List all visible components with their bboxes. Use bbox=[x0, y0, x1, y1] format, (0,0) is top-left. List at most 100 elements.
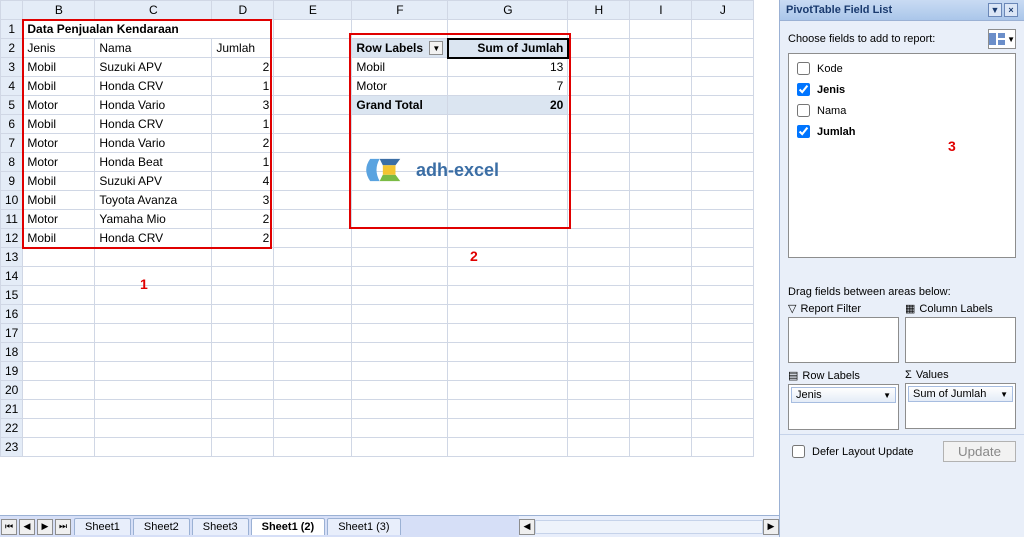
cell[interactable] bbox=[212, 248, 274, 267]
cell[interactable]: Mobil bbox=[23, 229, 95, 248]
cell[interactable] bbox=[568, 115, 630, 134]
cell[interactable]: Motor bbox=[23, 96, 95, 115]
cell[interactable] bbox=[274, 153, 352, 172]
cell[interactable] bbox=[630, 248, 692, 267]
cell[interactable] bbox=[448, 191, 568, 210]
cell[interactable] bbox=[568, 362, 630, 381]
cell[interactable] bbox=[23, 362, 95, 381]
cell[interactable] bbox=[212, 438, 274, 457]
cell[interactable]: Suzuki APV bbox=[95, 172, 212, 191]
row-header[interactable]: 23 bbox=[1, 438, 23, 457]
cell[interactable] bbox=[692, 400, 754, 419]
cell[interactable] bbox=[212, 419, 274, 438]
cell[interactable] bbox=[352, 400, 448, 419]
field-item[interactable]: Nama bbox=[793, 100, 1011, 121]
cell[interactable]: 2 bbox=[212, 58, 274, 77]
cell[interactable] bbox=[568, 324, 630, 343]
cell[interactable]: Mobil bbox=[23, 58, 95, 77]
row-header[interactable]: 12 bbox=[1, 229, 23, 248]
cell[interactable] bbox=[352, 438, 448, 457]
cell[interactable] bbox=[568, 248, 630, 267]
cell[interactable] bbox=[448, 115, 568, 134]
cell[interactable]: Sum of Jumlah bbox=[448, 39, 568, 58]
cell[interactable] bbox=[95, 305, 212, 324]
cell[interactable] bbox=[630, 191, 692, 210]
row-header[interactable]: 10 bbox=[1, 191, 23, 210]
cell[interactable] bbox=[448, 419, 568, 438]
cell[interactable] bbox=[352, 229, 448, 248]
cell[interactable] bbox=[274, 248, 352, 267]
cell[interactable] bbox=[630, 362, 692, 381]
row-header[interactable]: 18 bbox=[1, 343, 23, 362]
cell[interactable] bbox=[95, 267, 212, 286]
cell[interactable] bbox=[274, 400, 352, 419]
tab-nav-first[interactable]: ⏮ bbox=[1, 519, 17, 535]
cell[interactable] bbox=[568, 419, 630, 438]
cell[interactable] bbox=[692, 172, 754, 191]
cell[interactable] bbox=[692, 58, 754, 77]
cell[interactable] bbox=[692, 343, 754, 362]
corner-cell[interactable] bbox=[1, 1, 23, 20]
cell[interactable] bbox=[448, 381, 568, 400]
cell[interactable] bbox=[630, 134, 692, 153]
cell[interactable]: 7 bbox=[448, 77, 568, 96]
row-header[interactable]: 11 bbox=[1, 210, 23, 229]
cell[interactable] bbox=[352, 362, 448, 381]
panel-close-button[interactable]: × bbox=[1004, 3, 1018, 17]
panel-dropdown-button[interactable]: ▼ bbox=[988, 3, 1002, 17]
cell[interactable] bbox=[692, 381, 754, 400]
row-header[interactable]: 4 bbox=[1, 77, 23, 96]
cell[interactable]: Data Penjualan Kendaraan bbox=[23, 20, 274, 39]
field-chip-sum-jumlah[interactable]: Sum of Jumlah▼ bbox=[908, 386, 1013, 402]
cell[interactable]: Honda CRV bbox=[95, 229, 212, 248]
cell[interactable] bbox=[448, 286, 568, 305]
sheet-tab[interactable]: Sheet2 bbox=[133, 518, 190, 535]
column-labels-area[interactable] bbox=[905, 317, 1016, 363]
cell[interactable] bbox=[23, 286, 95, 305]
cell[interactable] bbox=[274, 20, 352, 39]
cell[interactable] bbox=[23, 438, 95, 457]
cell[interactable] bbox=[95, 419, 212, 438]
col-header[interactable]: I bbox=[630, 1, 692, 20]
col-header[interactable]: J bbox=[692, 1, 754, 20]
cell[interactable] bbox=[274, 210, 352, 229]
row-labels-area[interactable]: Jenis▼ bbox=[788, 384, 899, 430]
cell[interactable]: Jumlah bbox=[212, 39, 274, 58]
col-header[interactable]: F bbox=[352, 1, 448, 20]
field-checkbox[interactable] bbox=[797, 62, 810, 75]
cell[interactable] bbox=[212, 343, 274, 362]
cell[interactable] bbox=[352, 419, 448, 438]
cell[interactable] bbox=[630, 20, 692, 39]
cell[interactable] bbox=[692, 267, 754, 286]
cell[interactable]: Motor bbox=[352, 77, 448, 96]
cell[interactable] bbox=[568, 210, 630, 229]
cell[interactable] bbox=[23, 324, 95, 343]
cell[interactable] bbox=[274, 362, 352, 381]
cell[interactable] bbox=[274, 438, 352, 457]
cell[interactable]: 1 bbox=[212, 153, 274, 172]
cell[interactable] bbox=[568, 267, 630, 286]
defer-checkbox-input[interactable] bbox=[792, 445, 805, 458]
cell[interactable] bbox=[448, 229, 568, 248]
cell[interactable]: Grand Total bbox=[352, 96, 448, 115]
cell[interactable] bbox=[352, 305, 448, 324]
cell[interactable] bbox=[692, 153, 754, 172]
cell[interactable] bbox=[23, 381, 95, 400]
field-checkbox[interactable] bbox=[797, 104, 810, 117]
cell[interactable] bbox=[95, 362, 212, 381]
cell[interactable] bbox=[692, 305, 754, 324]
cell[interactable] bbox=[568, 39, 630, 58]
cell[interactable] bbox=[692, 191, 754, 210]
cell[interactable] bbox=[352, 324, 448, 343]
cell[interactable] bbox=[568, 134, 630, 153]
cell[interactable] bbox=[630, 267, 692, 286]
cell[interactable] bbox=[274, 229, 352, 248]
cell[interactable] bbox=[692, 115, 754, 134]
col-header[interactable]: H bbox=[568, 1, 630, 20]
cell[interactable] bbox=[568, 191, 630, 210]
cell[interactable] bbox=[212, 286, 274, 305]
cell[interactable] bbox=[95, 324, 212, 343]
cell[interactable]: 13 bbox=[448, 58, 568, 77]
cell[interactable] bbox=[568, 153, 630, 172]
cell[interactable] bbox=[568, 438, 630, 457]
